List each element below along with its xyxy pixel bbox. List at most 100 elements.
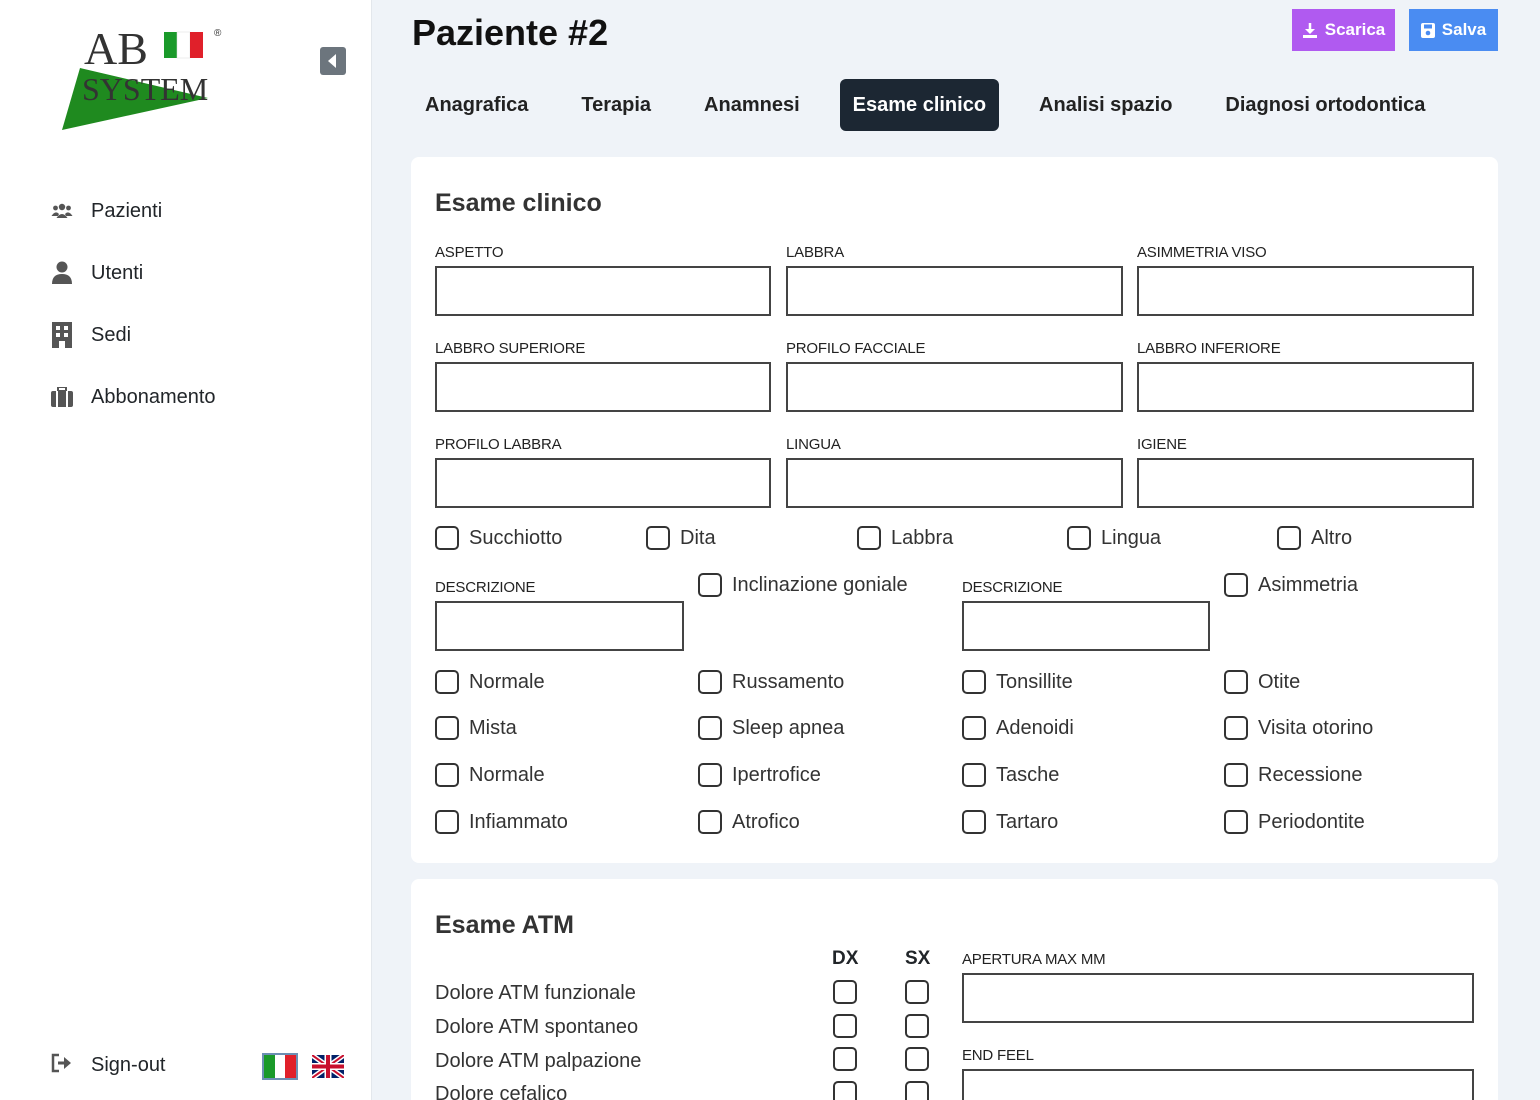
checkbox-asimmetria[interactable]: Asimmetria: [1224, 573, 1358, 597]
dolore-funzionale-dx-checkbox[interactable]: [833, 980, 857, 1004]
checkbox-periodontite[interactable]: Periodontite: [1224, 810, 1365, 834]
tab-analisi-spazio[interactable]: Analisi spazio: [1026, 79, 1185, 131]
checkbox-labbra[interactable]: Labbra: [857, 526, 953, 550]
labbro-inferiore-input[interactable]: [1137, 362, 1474, 412]
briefcase-icon: [50, 385, 74, 409]
checkbox-label: Inclinazione goniale: [732, 573, 908, 596]
dolore-cefalico-sx-checkbox[interactable]: [905, 1081, 929, 1100]
sidebar-item-abbonamento[interactable]: Abbonamento: [50, 366, 216, 428]
checkbox-sleep-apnea[interactable]: Sleep apnea: [698, 716, 844, 740]
checkbox-mista[interactable]: Mista: [435, 716, 517, 740]
checkbox-box[interactable]: [698, 573, 722, 597]
dolore-spontaneo-dx-checkbox[interactable]: [833, 1014, 857, 1038]
apertura-max-input[interactable]: [962, 973, 1474, 1023]
atm-row-label: Dolore ATM palpazione: [435, 1050, 642, 1072]
checkbox-box[interactable]: [698, 716, 722, 740]
checkbox-box[interactable]: [962, 716, 986, 740]
profilo-labbra-input[interactable]: [435, 458, 771, 508]
user-icon: [50, 261, 74, 285]
tab-terapia[interactable]: Terapia: [568, 79, 664, 131]
checkbox-visita-otorino[interactable]: Visita otorino: [1224, 716, 1373, 740]
checkbox-box[interactable]: [435, 810, 459, 834]
checkbox-normale-1[interactable]: Normale: [435, 670, 545, 694]
profilo-facciale-input[interactable]: [786, 362, 1123, 412]
checkbox-atrofico[interactable]: Atrofico: [698, 810, 800, 834]
dolore-palpazione-dx-checkbox[interactable]: [833, 1047, 857, 1071]
checkbox-box[interactable]: [1067, 526, 1091, 550]
checkbox-box[interactable]: [698, 763, 722, 787]
checkbox-box[interactable]: [857, 526, 881, 550]
checkbox-box[interactable]: [1224, 573, 1248, 597]
checkbox-altro[interactable]: Altro: [1277, 526, 1352, 550]
checkbox-otite[interactable]: Otite: [1224, 670, 1300, 694]
checkbox-tonsillite[interactable]: Tonsillite: [962, 670, 1073, 694]
dx-header: DX: [832, 948, 859, 969]
checkbox-box[interactable]: [962, 670, 986, 694]
checkbox-box[interactable]: [435, 526, 459, 550]
tab-esame-clinico[interactable]: Esame clinico: [839, 79, 1000, 131]
checkbox-russamento[interactable]: Russamento: [698, 670, 844, 694]
tab-diagnosi-ortodontica[interactable]: Diagnosi ortodontica: [1212, 79, 1438, 131]
aspetto-input[interactable]: [435, 266, 771, 316]
dolore-cefalico-dx-checkbox[interactable]: [833, 1081, 857, 1100]
checkbox-tasche[interactable]: Tasche: [962, 763, 1059, 787]
save-button[interactable]: Salva: [1409, 9, 1498, 51]
checkbox-box[interactable]: [1224, 670, 1248, 694]
dolore-palpazione-sx-checkbox[interactable]: [905, 1047, 929, 1071]
labbra-input[interactable]: [786, 266, 1123, 316]
language-switcher: [262, 1053, 346, 1080]
checkbox-dita[interactable]: Dita: [646, 526, 716, 550]
atm-row-label: Dolore ATM funzionale: [435, 982, 636, 1004]
checkbox-box[interactable]: [698, 810, 722, 834]
sidebar-item-pazienti[interactable]: Pazienti: [50, 180, 216, 242]
tab-anagrafica[interactable]: Anagrafica: [412, 79, 541, 131]
checkbox-label: Labbra: [891, 526, 954, 549]
checkbox-box[interactable]: [1224, 716, 1248, 740]
field-label: Descrizione: [435, 579, 536, 596]
checkbox-label: Ipertrofice: [732, 763, 821, 786]
end-feel-input[interactable]: [962, 1069, 1474, 1100]
tab-anamnesi[interactable]: Anamnesi: [691, 79, 813, 131]
atm-title: Esame ATM: [435, 911, 574, 939]
italian-flag-icon[interactable]: [262, 1053, 298, 1080]
checkbox-box[interactable]: [646, 526, 670, 550]
dolore-spontaneo-sx-checkbox[interactable]: [905, 1014, 929, 1038]
checkbox-box[interactable]: [1224, 763, 1248, 787]
checkbox-ipertrofice[interactable]: Ipertrofice: [698, 763, 821, 787]
checkbox-lingua[interactable]: Lingua: [1067, 526, 1161, 550]
exam-card: Esame clinico Aspetto Labbra Asimmetria …: [411, 157, 1498, 863]
checkbox-box[interactable]: [1224, 810, 1248, 834]
caret-left-icon: [328, 54, 336, 68]
signout-link[interactable]: Sign-out: [50, 1053, 166, 1077]
checkbox-normale-2[interactable]: Normale: [435, 763, 545, 787]
checkbox-box[interactable]: [698, 670, 722, 694]
sidebar-item-sedi[interactable]: Sedi: [50, 304, 216, 366]
checkbox-adenoidi[interactable]: Adenoidi: [962, 716, 1074, 740]
checkbox-box[interactable]: [435, 716, 459, 740]
users-icon: [50, 199, 74, 223]
uk-flag-icon[interactable]: [310, 1053, 346, 1080]
checkbox-label: Succhiotto: [469, 526, 563, 549]
checkbox-box[interactable]: [1277, 526, 1301, 550]
collapse-sidebar-button[interactable]: [320, 47, 346, 75]
checkbox-succhiotto[interactable]: Succhiotto: [435, 526, 562, 550]
checkbox-tartaro[interactable]: Tartaro: [962, 810, 1058, 834]
checkbox-box[interactable]: [962, 810, 986, 834]
descrizione-input-2[interactable]: [962, 601, 1210, 651]
download-label: Scarica: [1324, 20, 1386, 39]
labbro-superiore-input[interactable]: [435, 362, 771, 412]
download-button[interactable]: Scarica: [1292, 9, 1395, 51]
dolore-funzionale-sx-checkbox[interactable]: [905, 980, 929, 1004]
logo-graphic: AB ® SYSTEM: [62, 23, 222, 130]
checkbox-box[interactable]: [435, 670, 459, 694]
checkbox-inclinazione-goniale[interactable]: Inclinazione goniale: [698, 573, 908, 597]
checkbox-infiammato[interactable]: Infiammato: [435, 810, 568, 834]
asimmetria-viso-input[interactable]: [1137, 266, 1474, 316]
checkbox-box[interactable]: [962, 763, 986, 787]
sidebar-item-utenti[interactable]: Utenti: [50, 242, 216, 304]
lingua-input[interactable]: [786, 458, 1123, 508]
igiene-input[interactable]: [1137, 458, 1474, 508]
descrizione-input-1[interactable]: [435, 601, 684, 651]
checkbox-box[interactable]: [435, 763, 459, 787]
checkbox-recessione[interactable]: Recessione: [1224, 763, 1363, 787]
